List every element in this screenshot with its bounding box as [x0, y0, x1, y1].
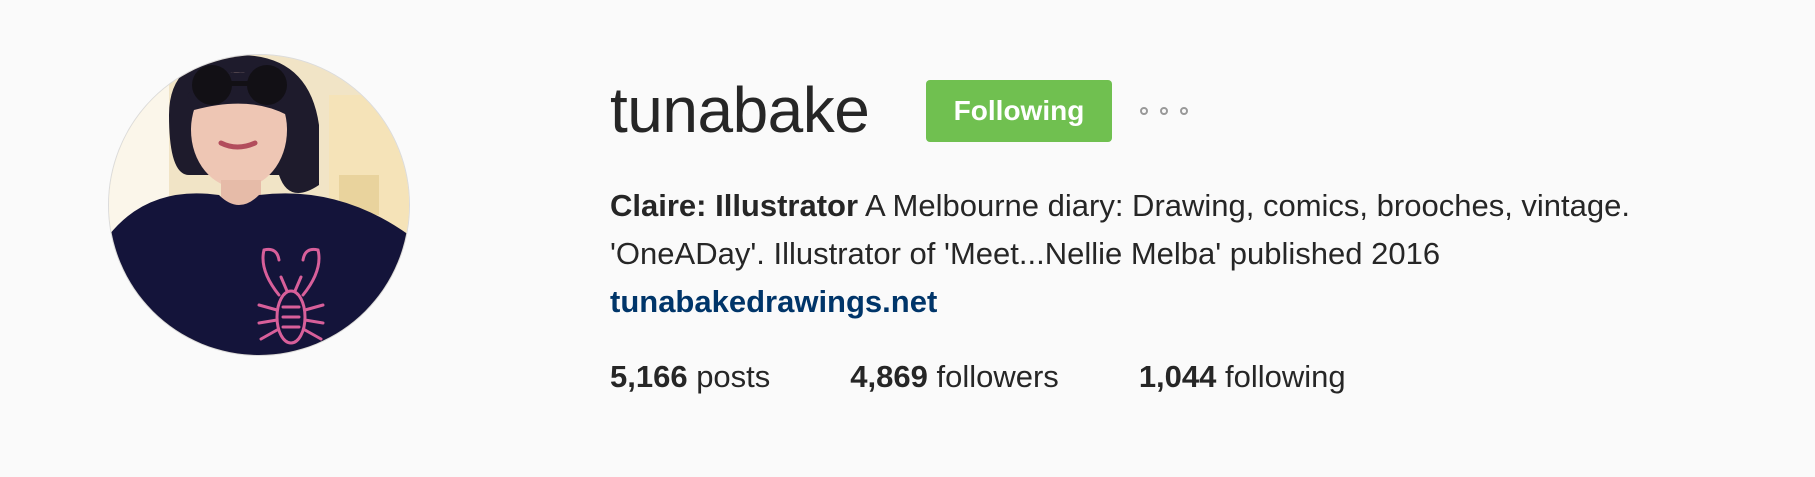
- followers-label: followers: [927, 359, 1059, 394]
- profile-stats: 5,166 posts 4,869 followers 1,044 follow…: [610, 355, 1346, 399]
- followers-stat[interactable]: 4,869 followers: [850, 355, 1059, 399]
- profile-bio: Claire: Illustrator A Melbourne diary: D…: [610, 182, 1780, 326]
- posts-stat: 5,166 posts: [610, 355, 770, 399]
- posts-count: 5,166: [610, 359, 688, 394]
- bio-line-2: 'OneADay'. Illustrator of 'Meet...Nellie…: [610, 236, 1441, 271]
- bio-text-1: A Melbourne diary: Drawing, comics, broo…: [858, 188, 1630, 223]
- profile-avatar[interactable]: [108, 54, 410, 356]
- following-button[interactable]: Following: [926, 80, 1112, 142]
- website-link[interactable]: tunabakedrawings.net: [610, 278, 937, 326]
- posts-label: posts: [687, 359, 771, 394]
- followers-count: 4,869: [850, 359, 928, 394]
- more-dot: [1180, 107, 1188, 115]
- avatar-photo: [109, 55, 409, 355]
- following-count: 1,044: [1138, 359, 1217, 394]
- following-stat[interactable]: 1,044 following: [1139, 355, 1346, 399]
- more-dot: [1160, 107, 1168, 115]
- bio-line-1: Claire: Illustrator A Melbourne diary: D…: [610, 182, 1780, 230]
- more-options-icon[interactable]: [1140, 104, 1188, 118]
- more-dot: [1140, 107, 1148, 115]
- bio-name: Claire: Illustrator: [610, 188, 859, 223]
- profile-username: tunabake: [610, 74, 870, 146]
- following-label: following: [1216, 359, 1346, 394]
